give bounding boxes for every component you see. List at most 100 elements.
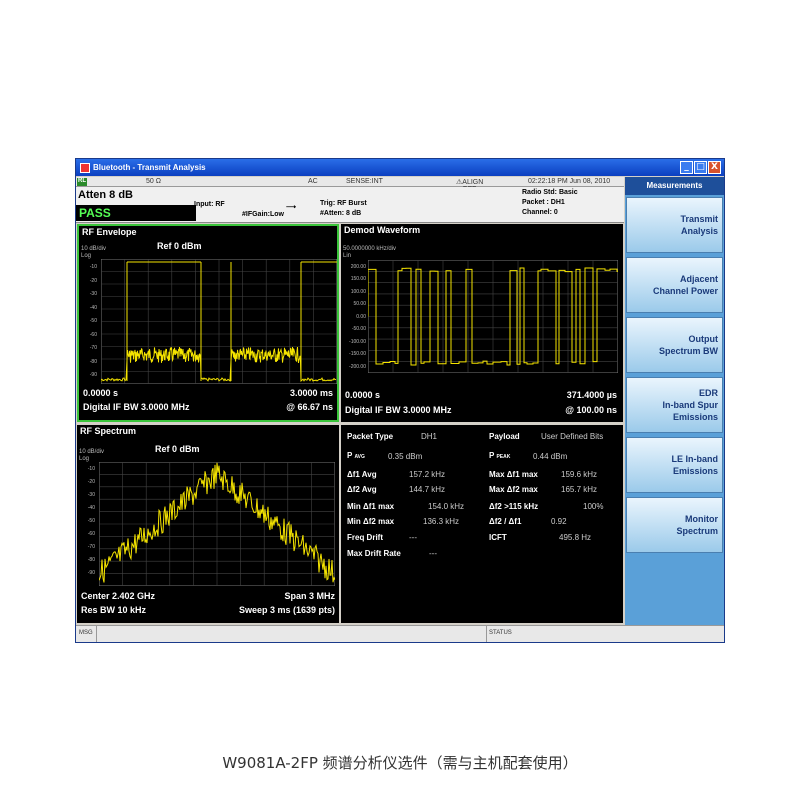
y-tick: -40: [87, 505, 95, 511]
adjacent-channel-power-button[interactable]: Adjacent Channel Power: [626, 257, 723, 313]
minimize-button[interactable]: _: [680, 161, 693, 174]
ref-label: Ref 0 dBm: [155, 444, 200, 454]
app-icon: [80, 162, 90, 173]
stop-time: 371.4000 µs: [566, 390, 617, 400]
y-tick: -30: [89, 291, 97, 297]
status-row: RL 50 Ω AC SENSE:INT ⚠ ALIGN OFF 02:22:1…: [76, 177, 624, 193]
transmit-analysis-button[interactable]: Transmit Analysis: [626, 197, 723, 253]
maxdf1-value: 159.6 kHz: [561, 470, 598, 479]
maxdrift-label: Max Drift Rate: [347, 549, 401, 558]
df1avg-value: 157.2 kHz: [409, 470, 446, 479]
maxdf2-label: Max Δf2 max: [489, 485, 538, 494]
channel-label: Channel: 0: [522, 209, 558, 216]
le-inband-emissions-button[interactable]: LE In-band Emissions: [626, 437, 723, 493]
y-tick: -200.00: [349, 364, 366, 370]
edr-inband-spur-button[interactable]: EDR In-band Spur Emissions: [626, 377, 723, 433]
rf-spectrum-graph: [99, 462, 335, 586]
y-tick: 100.00: [350, 289, 366, 295]
window-title: Bluetooth - Transmit Analysis: [93, 163, 206, 172]
y-tick: -60: [89, 332, 97, 338]
log-label: Log: [81, 253, 92, 259]
pavg-sub: AVG: [354, 454, 365, 460]
input-label: Input: RF: [194, 201, 225, 208]
ratio-value: 0.92: [551, 517, 567, 526]
panel-title: RF Spectrum: [80, 426, 137, 436]
y-tick: -20: [89, 278, 97, 284]
impedance-text: 50 Ω: [146, 178, 161, 185]
ratio-label: Δf2 / Δf1: [489, 517, 522, 526]
measurements-sidebar: Measurements Transmit Analysis Adjacent …: [625, 177, 724, 637]
resolution: @ 66.67 ns: [286, 402, 333, 412]
maxdrift-value: ---: [429, 549, 437, 558]
close-button[interactable]: X: [708, 161, 721, 174]
y-tick: 200.00: [350, 264, 366, 270]
ppeak-label: P PEAK: [489, 451, 510, 460]
ppeak-sub: PEAK: [496, 454, 511, 460]
status-label: STATUS: [489, 630, 512, 636]
button-line: EDR: [698, 388, 718, 398]
maximize-button[interactable]: □: [694, 161, 707, 174]
y-tick: -10: [89, 264, 97, 270]
rf-envelope-panel[interactable]: RF Envelope 10 dB/div Ref 0 dBm Log -10 …: [77, 224, 339, 422]
payload-value: User Defined Bits: [541, 432, 604, 441]
radio-std-label: Radio Std: Basic: [522, 189, 578, 196]
y-tick: -20: [87, 479, 95, 485]
ppeak-main: P: [489, 451, 495, 460]
y-tick: -50: [87, 518, 95, 524]
icft-value: 495.8 Hz: [559, 533, 592, 542]
drift-value: ---: [409, 533, 417, 542]
results-panel: Packet Type DH1 Payload User Defined Bit…: [341, 425, 623, 623]
rf-envelope-graph: [101, 259, 337, 384]
pass-indicator: PASS: [76, 205, 196, 221]
product-caption: W9081A-2FP 频谱分析仪选件（需与主机配套使用）: [222, 754, 578, 772]
button-line: Output: [688, 334, 719, 344]
log-label: Log: [79, 456, 90, 462]
demod-waveform-panel[interactable]: Demod Waveform 50.0000000 kHz/div Lin 20…: [341, 224, 623, 422]
button-line: Spectrum BW: [658, 346, 718, 356]
packet-type-label: Packet Type: [347, 432, 394, 441]
button-line: LE In-band: [671, 454, 719, 464]
message-bar: MSG STATUS: [76, 625, 724, 642]
analyzer-window: Bluetooth - Transmit Analysis _ □ X RL 5…: [75, 158, 725, 643]
info-bar: Atten 8 dB PASS Input: RF ⟶ #IFGain:Low …: [76, 187, 624, 223]
title-bar: Bluetooth - Transmit Analysis _ □ X: [76, 159, 724, 176]
button-line: Emissions: [672, 466, 718, 476]
pavg-label: P AVG: [347, 451, 365, 460]
ifgain-label: #IFGain:Low: [242, 211, 284, 218]
df2gt-label: Δf2 >115 kHz: [489, 502, 539, 511]
rf-spectrum-panel[interactable]: RF Spectrum 10 dB/div Ref 0 dBm Log -10 …: [77, 425, 339, 623]
window-controls: _ □ X: [680, 161, 721, 174]
y-tick: 150.00: [350, 276, 366, 282]
res-bw: Res BW 10 kHz: [81, 605, 147, 615]
ppeak-value: 0.44 dBm: [533, 452, 568, 461]
y-tick: -90: [89, 372, 97, 378]
y-tick: 50.00: [353, 301, 366, 307]
divider: [96, 626, 97, 642]
if-bw: Digital IF BW 3.0000 MHz: [83, 402, 190, 412]
sidebar-title: Measurements: [625, 177, 724, 195]
y-tick: -80: [89, 359, 97, 365]
mindf1-value: 154.0 kHz: [428, 502, 465, 511]
button-line: Channel Power: [652, 286, 718, 296]
button-line: In-band Spur: [662, 400, 719, 410]
scale-label: 10 dB/div: [79, 449, 105, 455]
button-line: Spectrum: [676, 526, 718, 536]
y-tick: 0.00: [356, 314, 366, 320]
stop-time: 3.0000 ms: [289, 388, 333, 398]
span: Span 3 MHz: [284, 591, 335, 601]
drift-label: Freq Drift: [347, 533, 383, 542]
y-tick: -150.00: [349, 351, 366, 357]
button-line: Monitor: [685, 514, 718, 524]
monitor-spectrum-button[interactable]: Monitor Spectrum: [626, 497, 723, 553]
df2avg-label: Δf2 Avg: [347, 485, 377, 494]
coupling-text: AC: [308, 178, 318, 185]
y-tick: -60: [87, 531, 95, 537]
ref-label: Ref 0 dBm: [157, 241, 202, 251]
df1avg-label: Δf1 Avg: [347, 470, 377, 479]
maxdf1-label: Max Δf1 max: [489, 470, 538, 479]
panel-title: Demod Waveform: [344, 225, 421, 235]
button-line: Analysis: [680, 226, 718, 236]
start-time: 0.0000 s: [83, 388, 119, 398]
output-spectrum-bw-button[interactable]: Output Spectrum BW: [626, 317, 723, 373]
y-tick: -30: [87, 492, 95, 498]
